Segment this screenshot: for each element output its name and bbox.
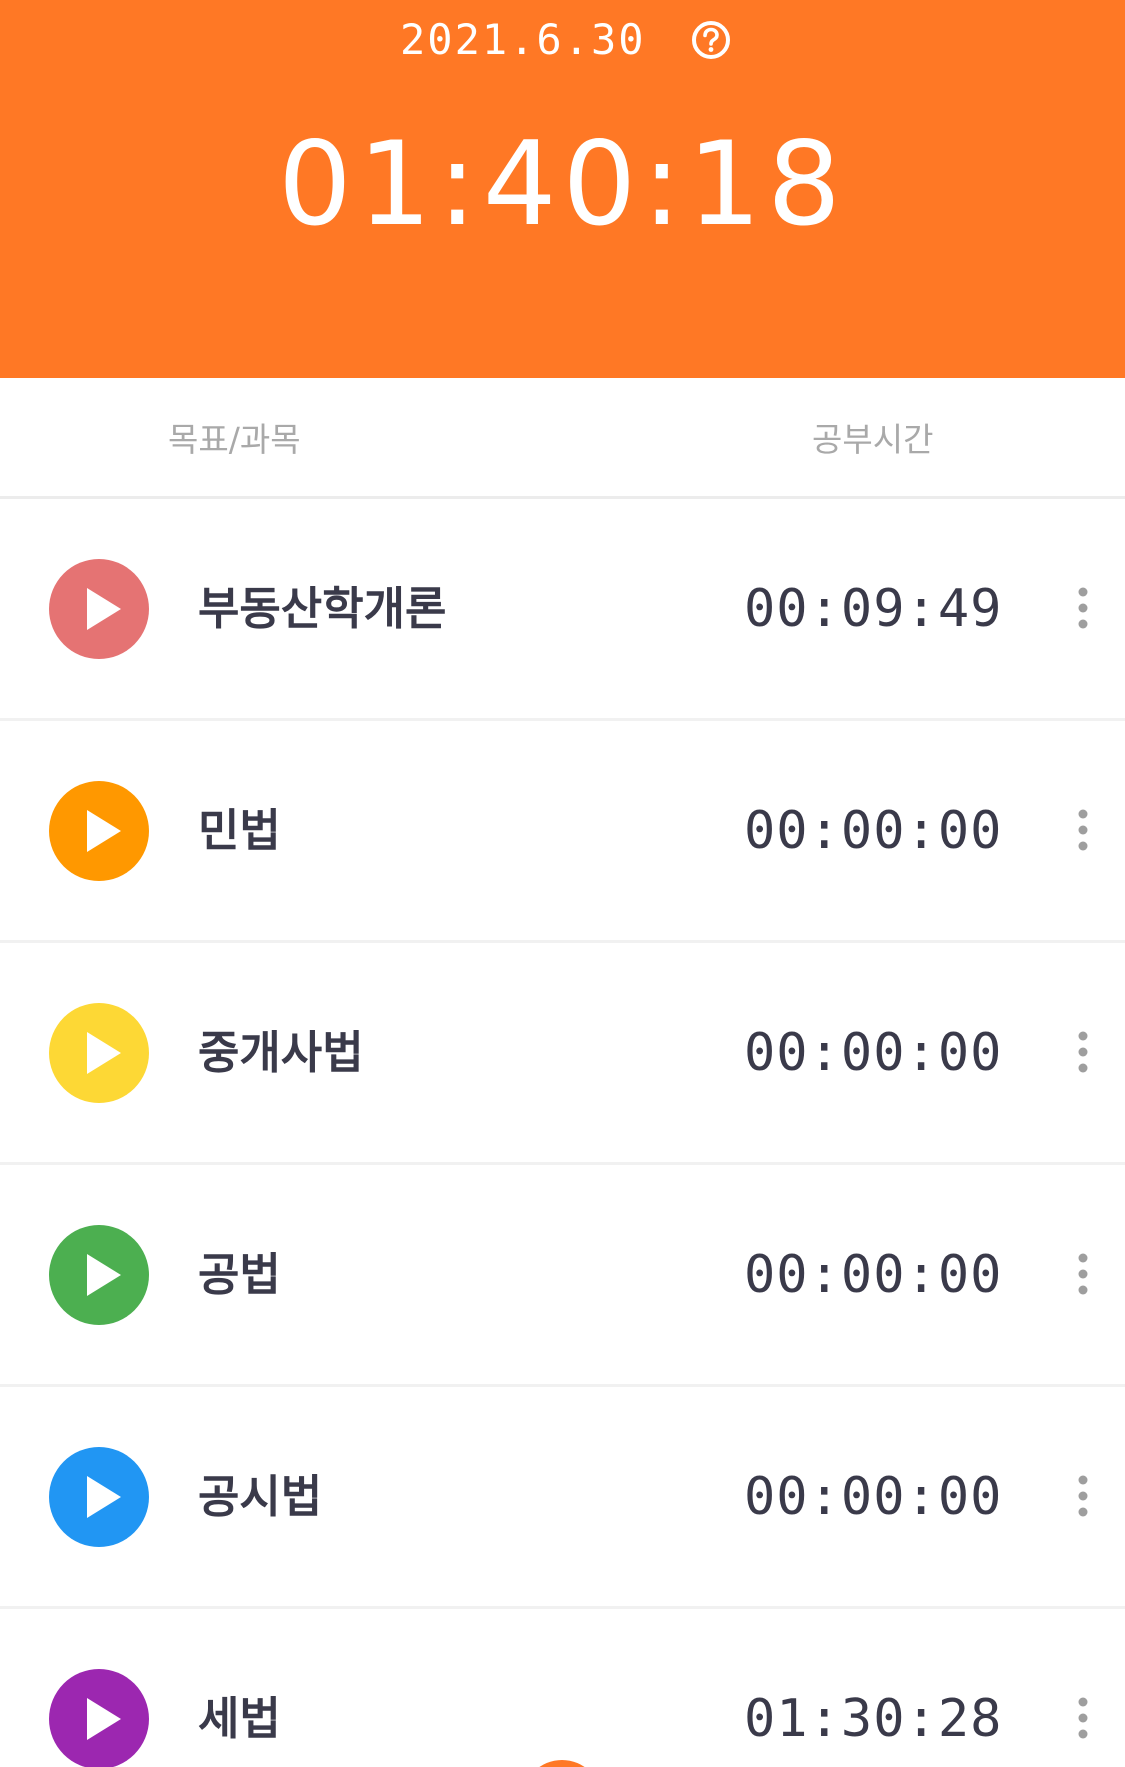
subject-list: 부동산학개론 00:09:49 민법 00:00:00 중개사법 00:00:0… (0, 499, 1125, 1767)
subject-row[interactable]: 중개사법 00:00:00 (0, 943, 1125, 1165)
more-vertical-icon[interactable] (1068, 1693, 1098, 1743)
list-column-header: 목표/과목 공부시간 (0, 382, 1125, 499)
subject-study-time: 00:00:00 (744, 1245, 1003, 1305)
play-button[interactable] (49, 1003, 149, 1103)
play-button[interactable] (49, 1447, 149, 1547)
play-icon (87, 1254, 121, 1296)
play-icon (87, 1698, 121, 1740)
subject-study-time: 00:00:00 (744, 1023, 1003, 1083)
more-vertical-icon[interactable] (1068, 1027, 1098, 1077)
subject-name: 공법 (198, 1248, 281, 1301)
subject-row[interactable]: 부동산학개론 00:09:49 (0, 499, 1125, 721)
play-icon (87, 588, 121, 630)
play-icon (87, 1032, 121, 1074)
play-icon (87, 1476, 121, 1518)
subject-name: 공시법 (198, 1470, 323, 1523)
total-study-time: 01:40:18 (278, 117, 847, 252)
subject-name: 세법 (198, 1692, 281, 1745)
subject-row[interactable]: 세법 01:30:28 (0, 1609, 1125, 1767)
subject-name: 민법 (198, 804, 281, 857)
subject-name: 부동산학개론 (198, 582, 447, 635)
date-row: 2021.6.30 (0, 14, 1125, 66)
timer-header: 2021.6.30 01:40:18 (0, 0, 1125, 378)
subject-study-time: 00:09:49 (744, 579, 1003, 639)
play-button[interactable] (49, 1669, 149, 1767)
more-vertical-icon[interactable] (1068, 583, 1098, 633)
play-button[interactable] (49, 1225, 149, 1325)
more-vertical-icon[interactable] (1068, 805, 1098, 855)
current-date: 2021.6.30 (400, 15, 646, 64)
subject-row[interactable]: 공법 00:00:00 (0, 1165, 1125, 1387)
subject-row[interactable]: 민법 00:00:00 (0, 721, 1125, 943)
goal-subject-column-label: 목표/과목 (168, 420, 301, 459)
subject-study-time: 00:00:00 (744, 801, 1003, 861)
subject-study-time: 01:30:28 (744, 1689, 1003, 1749)
play-button[interactable] (49, 559, 149, 659)
subject-study-time: 00:00:00 (744, 1467, 1003, 1527)
study-timer-screen: 2021.6.30 01:40:18 목표/과목 공부시간 부동산학개론 00:… (0, 0, 1125, 1767)
more-vertical-icon[interactable] (1068, 1249, 1098, 1299)
question-circle-icon[interactable] (690, 19, 732, 61)
study-time-column-label: 공부시간 (812, 420, 934, 459)
play-icon (87, 810, 121, 852)
more-vertical-icon[interactable] (1068, 1471, 1098, 1521)
subject-name: 중개사법 (198, 1026, 364, 1079)
play-button[interactable] (49, 781, 149, 881)
subject-row[interactable]: 공시법 00:00:00 (0, 1387, 1125, 1609)
